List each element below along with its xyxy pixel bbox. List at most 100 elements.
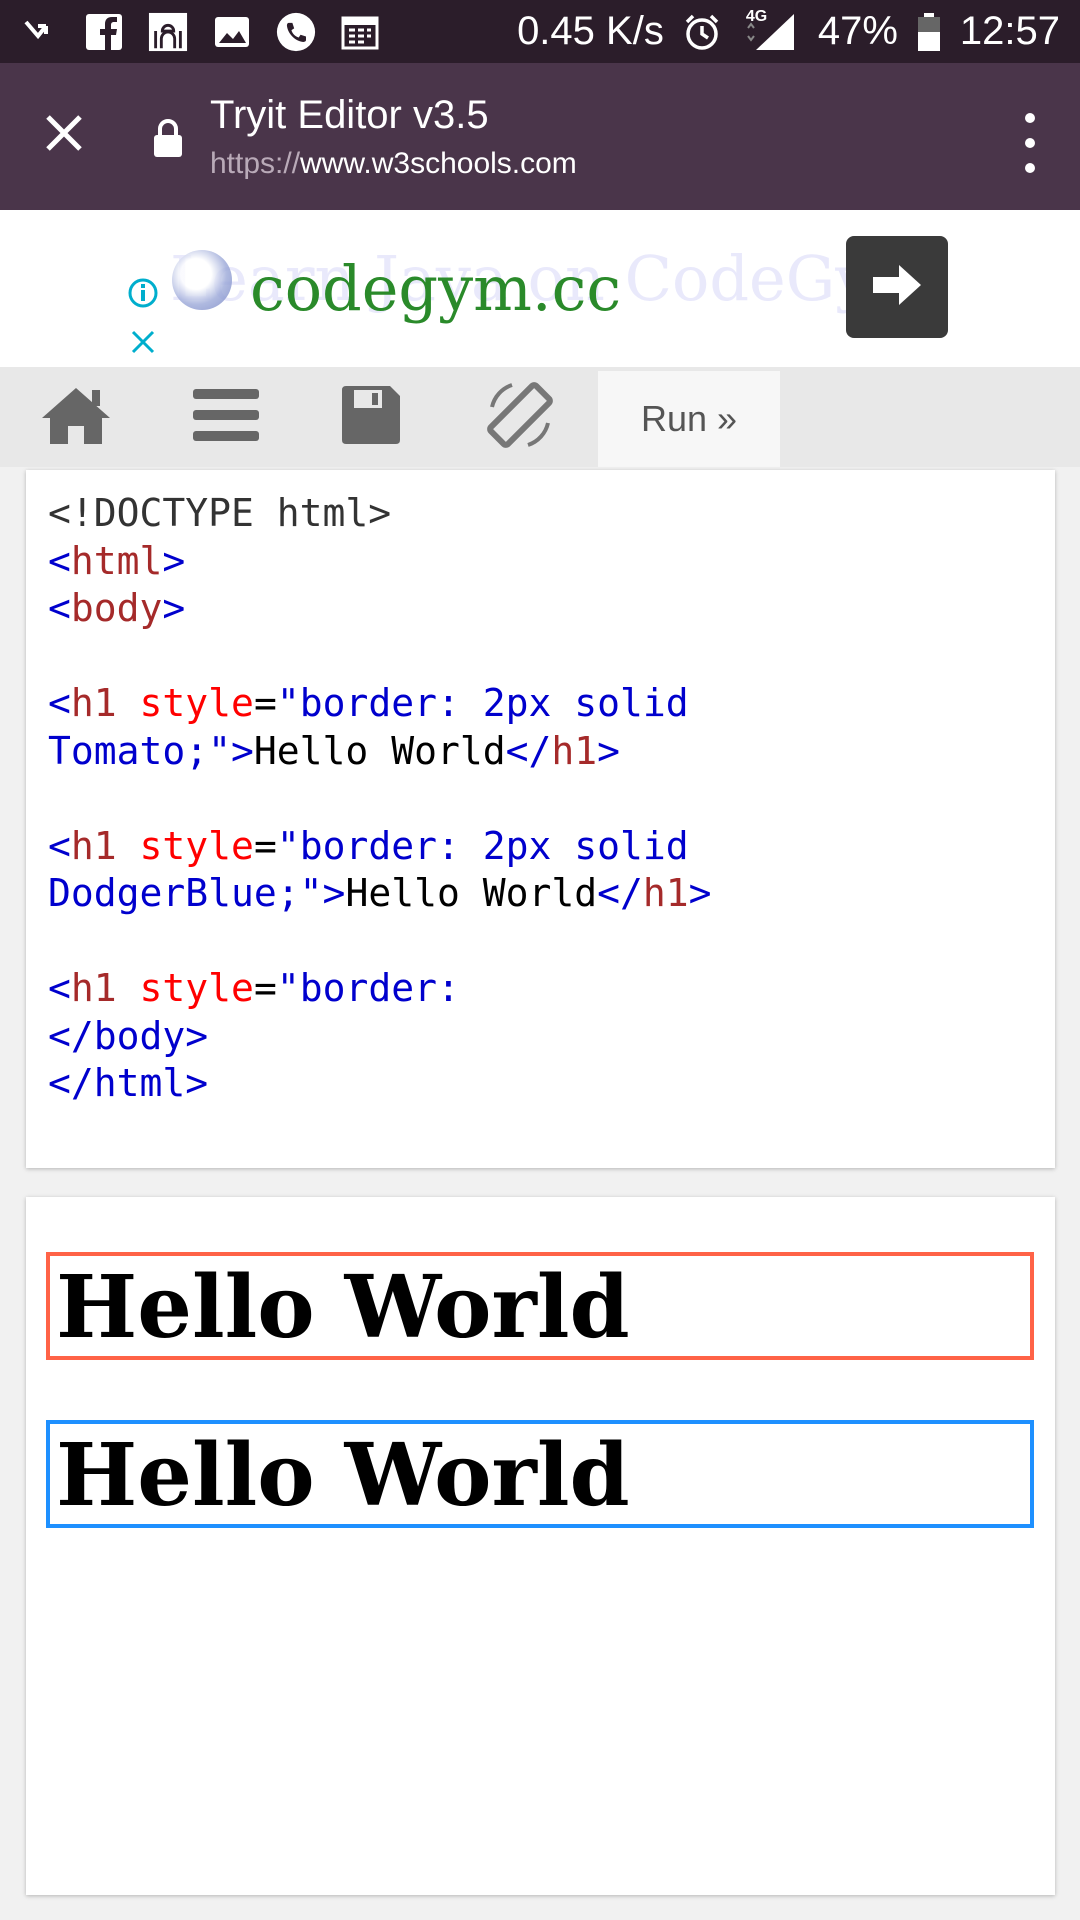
menu-dot-icon [1025,113,1035,123]
phone-icon [276,12,316,52]
result-heading-tomato: Hello World [46,1252,1034,1360]
code-token: body [93,1013,186,1058]
code-token: body [70,586,163,630]
code-token: < [48,823,71,868]
code-token: DodgerBlue;" [48,871,323,915]
net-speed: 0.45 K/s [517,9,664,53]
code-token: > [597,728,621,773]
screen-rotation-icon [482,377,558,458]
menu-dot-icon [1025,138,1035,148]
gallery-icon [212,12,252,52]
clock: 12:57 [959,9,1060,53]
code-token: h1 [551,728,598,773]
code-token: "border: 2px solid [276,823,689,868]
browser-toolbar: Tryit Editor v3.5 https://www.w3schools.… [0,63,1080,210]
code-line[interactable] [48,918,1033,966]
url-scheme: https:// [210,147,301,180]
run-button[interactable]: Run » [598,371,780,467]
code-editor[interactable]: <!DOCTYPE html> <html> <body> <h1 style="bo… [26,470,1055,1168]
info-icon[interactable] [126,278,160,314]
code-token: > [231,728,254,773]
code-token: style [139,823,254,868]
arrow-right-icon [869,261,925,314]
ad-choices[interactable] [126,276,160,360]
save-icon [340,384,402,451]
mosque-app-icon [148,12,188,52]
rotate-layout-button[interactable] [482,367,558,467]
menu-dot-icon [1025,163,1035,173]
facebook-icon [84,12,124,52]
code-token: h1 [642,871,689,915]
code-line[interactable]: <h1 style="border: 2px solid [48,823,1033,871]
code-token: Tomato;" [48,728,232,773]
home-icon [40,384,112,451]
close-tab-button[interactable] [36,107,92,163]
result-frame: Hello World Hello World [26,1197,1055,1895]
code-token: = [253,823,277,868]
ad-close-icon[interactable] [130,329,160,360]
code-line[interactable]: <body> [48,585,1033,633]
code-line[interactable]: </html> [48,1060,1033,1108]
missed-call-icon [20,12,60,52]
code-token: </ [48,1061,94,1105]
code-token: Hello World [345,871,598,915]
code-token: </ [48,1013,94,1058]
code-token: > [688,871,712,915]
code-token: html [93,1061,186,1105]
code-token: < [48,586,71,630]
code-token: "border: [276,966,460,1010]
code-token: < [48,538,71,583]
hamburger-icon [193,387,259,448]
code-token: h1 [70,681,117,725]
code-token: > [322,871,346,915]
code-token: "border: 2px solid [276,681,689,725]
code-line[interactable]: Tomato;">Hello World</h1> [48,728,1033,776]
ad-go-button[interactable] [846,236,948,338]
code-token: Hello World [253,728,506,773]
battery-icon [916,12,942,52]
editor-nav-bar: Run » [0,367,1080,467]
save-button[interactable] [338,367,404,467]
code-line[interactable]: DodgerBlue;">Hello World</h1> [48,870,1033,918]
home-button[interactable] [36,367,116,467]
ad-headline[interactable]: codegym.cc [250,252,621,325]
alarm-icon [682,12,722,52]
page-title: Tryit Editor v3.5 [210,93,489,137]
status-bar: 0.45 K/s 4G 47% 12:57 [0,0,1080,63]
code-line[interactable]: <h1 style="border: [48,965,1033,1013]
code-token: < [48,966,71,1010]
code-line[interactable]: <h1 style="border: 2px solid [48,680,1033,728]
code-token: > [162,586,186,630]
battery-percent: 47% [817,9,898,53]
code-token: style [139,681,254,725]
code-token: = [253,681,277,725]
code-line[interactable] [48,633,1033,681]
code-token: < [48,681,71,725]
page-url[interactable]: https://www.w3schools.com [210,147,577,181]
code-token: html [70,538,163,583]
code-token: h1 [70,966,117,1010]
close-icon [42,111,86,160]
code-token: </ [505,728,552,773]
code-token: style [139,966,254,1010]
code-token: > [185,1061,209,1105]
code-line[interactable]: <html> [48,538,1033,586]
code-token: > [185,1013,209,1058]
code-token: <!DOCTYPE html> [48,491,392,535]
menu-button[interactable] [190,367,262,467]
result-heading-dodgerblue: Hello World [46,1420,1034,1528]
code-line[interactable] [48,775,1033,823]
code-token: </ [597,871,643,915]
globe-icon [172,250,232,310]
network-type: 4G [745,7,768,25]
code-token: = [253,966,277,1010]
lock-icon [152,118,184,158]
code-token: > [162,538,186,583]
code-line[interactable]: <!DOCTYPE html> [48,490,1033,538]
code-line[interactable]: </body> [48,1013,1033,1061]
url-host: www.w3schools.com [300,147,577,180]
overflow-menu-button[interactable] [1010,113,1050,173]
